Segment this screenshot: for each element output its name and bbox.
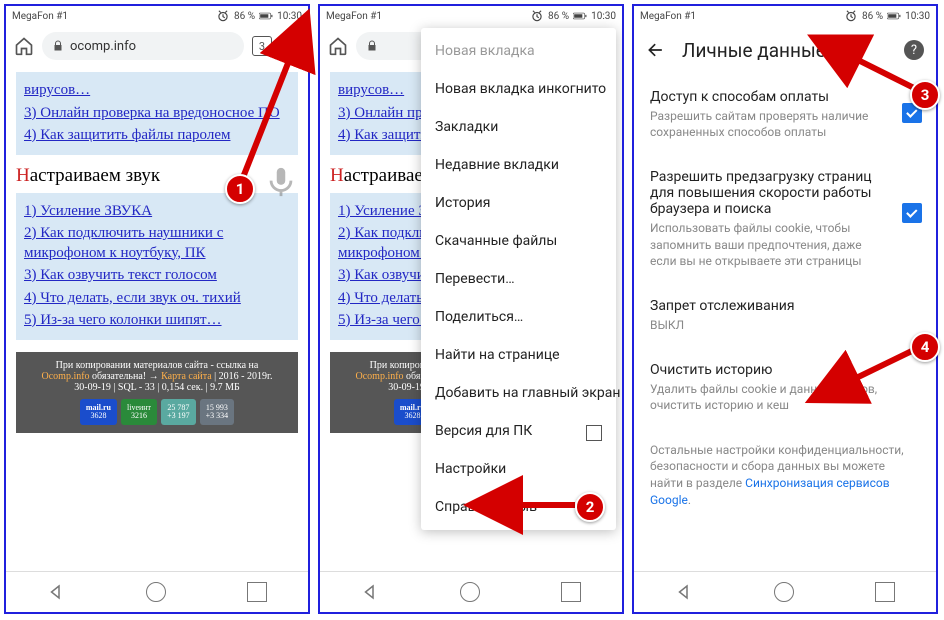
page-link[interactable]: 5) Из-за чего колонки шипят…	[24, 311, 290, 331]
setting-do-not-track[interactable]: Запрет отслеживания ВЫКЛ	[634, 283, 936, 347]
url-text: ocomp.info	[70, 39, 136, 54]
page-link[interactable]: 3) Как озвучить текст голосом	[24, 266, 290, 286]
home-icon[interactable]	[328, 36, 348, 56]
carrier-text: MegaFon #1	[12, 11, 68, 22]
android-navbar	[320, 571, 622, 612]
footer-link[interactable]: Карта сайта	[161, 371, 212, 382]
checkbox-icon[interactable]	[902, 203, 922, 223]
links-box-sound: 1) Усиление ЗВУКА 2) Как подключить науш…	[16, 193, 298, 340]
counter-badge[interactable]: 15 993+3 334	[200, 399, 235, 425]
settings-footer-note: Остальные настройки конфиденциальности, …	[634, 428, 936, 523]
statusbar: MegaFon #1 86 %10:30	[320, 6, 622, 26]
alarm-icon	[844, 9, 858, 23]
chrome-overflow-menu: Новая вкладка Новая вкладка инкогнито За…	[421, 28, 616, 530]
recents-nav-icon[interactable]	[561, 582, 581, 602]
clock-text: 10:30	[277, 11, 302, 22]
menu-item-incognito[interactable]: Новая вкладка инкогнито	[421, 70, 616, 108]
page-link[interactable]: 4) Что делать, если звук оч. тихий	[24, 289, 290, 309]
menu-item-share[interactable]: Поделиться…	[421, 298, 616, 336]
menu-item-translate[interactable]: Перевести…	[421, 260, 616, 298]
statusbar: MegaFon #1 86 %10:30	[634, 6, 936, 26]
page-footer: При копировании материалов сайта - ссылк…	[16, 352, 298, 433]
back-nav-icon[interactable]	[361, 583, 379, 601]
menu-item-find[interactable]: Найти на странице	[421, 336, 616, 374]
annotation-badge-2: 2	[575, 492, 605, 522]
battery-icon	[573, 9, 587, 23]
counter-badge[interactable]: mail.ru3628	[80, 399, 117, 425]
menu-item-new-tab[interactable]: Новая вкладка	[421, 32, 616, 70]
menu-item-downloads[interactable]: Скачанные файлы	[421, 222, 616, 260]
menu-item-add-home[interactable]: Добавить на главный экран	[421, 374, 616, 412]
back-arrow-icon[interactable]	[646, 40, 666, 60]
recents-nav-icon[interactable]	[875, 582, 895, 602]
annotation-arrow-2	[505, 495, 585, 515]
android-navbar	[634, 571, 936, 612]
back-nav-icon[interactable]	[675, 583, 693, 601]
back-nav-icon[interactable]	[47, 583, 65, 601]
alarm-icon	[216, 9, 230, 23]
setting-preload-pages[interactable]: Разрешить предзагрузку страниц для повыш…	[634, 154, 936, 283]
android-navbar	[6, 571, 308, 612]
battery-icon	[259, 9, 273, 23]
statusbar: MegaFon #1 86 % 10:30	[6, 6, 308, 26]
battery-text: 86 %	[234, 11, 255, 22]
menu-item-settings[interactable]: Настройки	[421, 450, 616, 488]
checkbox-icon[interactable]	[586, 425, 602, 441]
menu-item-desktop-site[interactable]: Версия для ПК	[421, 412, 616, 450]
lock-icon	[366, 40, 378, 52]
counter-badge[interactable]: liveинт3216	[121, 399, 157, 425]
phone-screenshot-2: MegaFon #1 86 %10:30 вирусов… 3) Онлайн …	[318, 4, 624, 614]
counter-badge[interactable]: 25 787+3 197	[161, 399, 196, 425]
home-nav-icon[interactable]	[460, 582, 480, 602]
battery-icon	[887, 9, 901, 23]
annotation-arrow-1	[230, 45, 310, 195]
home-nav-icon[interactable]	[146, 582, 166, 602]
url-bar[interactable]: ocomp.info	[42, 32, 244, 60]
recents-nav-icon[interactable]	[247, 582, 267, 602]
menu-item-history[interactable]: История	[421, 184, 616, 222]
alarm-icon	[530, 9, 544, 23]
lock-icon	[52, 40, 64, 52]
footer-link[interactable]: Ocomp.info	[42, 371, 90, 382]
annotation-badge-4: 4	[910, 332, 940, 362]
annotation-badge-1: 1	[225, 174, 255, 204]
home-nav-icon[interactable]	[774, 582, 794, 602]
annotation-badge-3: 3	[910, 80, 940, 110]
menu-item-recent-tabs[interactable]: Недавние вкладки	[421, 146, 616, 184]
menu-item-bookmarks[interactable]: Закладки	[421, 108, 616, 146]
home-icon[interactable]	[14, 36, 34, 56]
page-link[interactable]: 1) Усиление ЗВУКА	[24, 202, 290, 222]
page-link[interactable]: 2) Как подключить наушники с микрофоном …	[24, 224, 290, 263]
